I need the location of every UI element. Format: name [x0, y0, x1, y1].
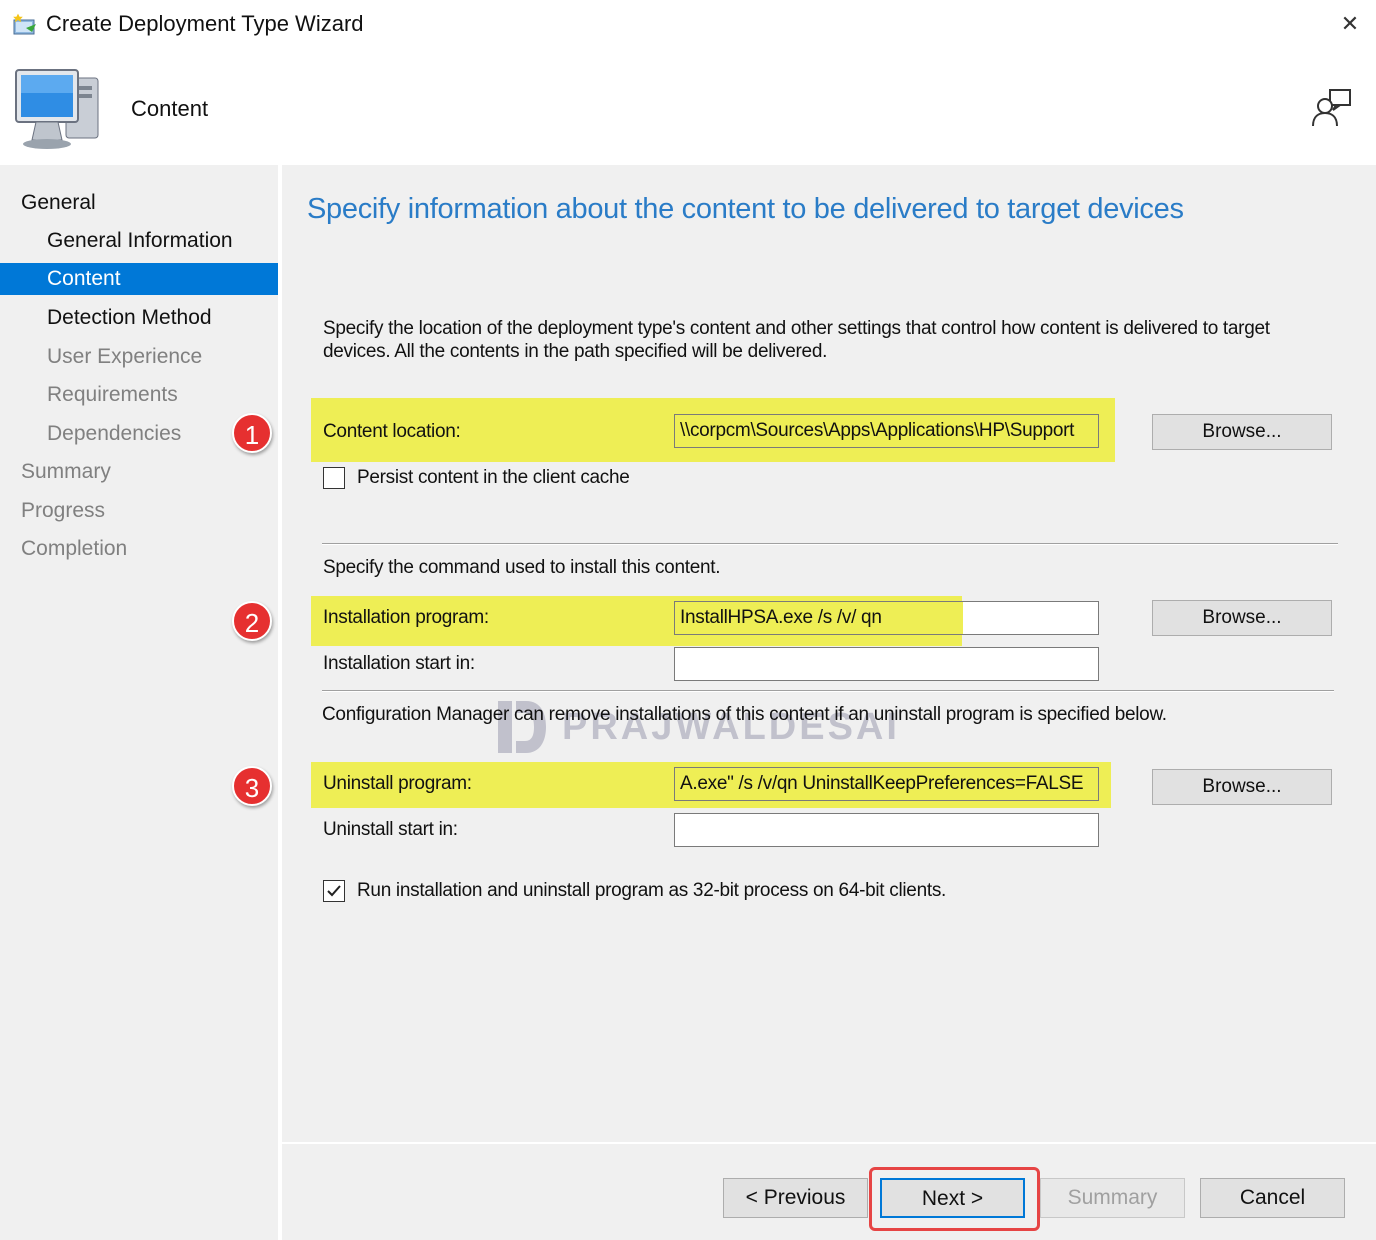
installation-start-in-input[interactable] [674, 647, 1099, 681]
persist-cache-checkbox[interactable] [323, 467, 345, 489]
installation-program-label: Installation program: [323, 607, 489, 628]
uninstall-text: Configuration Manager can remove install… [322, 704, 1167, 725]
close-icon: ✕ [1340, 11, 1360, 36]
user-help-icon[interactable] [1310, 86, 1354, 130]
page-heading: Specify information about the content to… [307, 193, 1184, 225]
nav-item-general-information[interactable]: General Information [0, 225, 278, 257]
content-location-browse-button[interactable]: Browse... [1152, 414, 1332, 450]
cancel-button[interactable]: Cancel [1200, 1178, 1345, 1218]
nav-item-content[interactable]: Content [0, 263, 278, 295]
run-32bit-checkbox[interactable] [323, 880, 345, 902]
nav-item-user-experience[interactable]: User Experience [0, 341, 278, 373]
uninstall-program-browse-button[interactable]: Browse... [1152, 769, 1332, 805]
installation-start-in-label: Installation start in: [323, 653, 475, 674]
wizard-header: Content [0, 50, 1376, 165]
uninstall-program-label: Uninstall program: [323, 773, 472, 794]
nav-item-completion[interactable]: Completion [0, 533, 278, 565]
installation-program-browse-button[interactable]: Browse... [1152, 600, 1332, 636]
uninstall-program-input[interactable]: A.exe" /s /v/qn UninstallKeepPreferences… [674, 767, 1099, 801]
nav-item-progress[interactable]: Progress [0, 495, 278, 527]
checkmark-icon [327, 885, 341, 897]
uninstall-start-in-input[interactable] [674, 813, 1099, 847]
content-description-line-1: Specify the location of the deployment t… [323, 318, 1270, 339]
installation-program-input[interactable]: InstallHPSA.exe /s /v/ qn [674, 601, 1099, 635]
persist-cache-label: Persist content in the client cache [357, 467, 630, 488]
window-title: Create Deployment Type Wizard [46, 11, 364, 36]
separator-1 [322, 543, 1338, 545]
summary-button: Summary [1040, 1178, 1185, 1218]
next-button[interactable]: Next > [880, 1178, 1025, 1218]
content-location-input[interactable]: \\corpcm\Sources\Apps\Applications\HP\Su… [674, 414, 1099, 448]
step-marker-1: 1 [232, 413, 272, 453]
step-marker-3: 3 [232, 766, 272, 806]
content-description-line-2: devices. All the contents in the path sp… [323, 341, 828, 362]
wizard-icon [13, 13, 36, 35]
uninstall-start-in-label: Uninstall start in: [323, 819, 458, 840]
title-bar: Create Deployment Type Wizard ✕ [0, 0, 1376, 50]
step-marker-2: 2 [232, 601, 272, 641]
nav-item-summary[interactable]: Summary [0, 456, 278, 488]
nav-item-detection-method[interactable]: Detection Method [0, 302, 278, 334]
header-title: Content [131, 96, 209, 121]
content-location-label: Content location: [323, 421, 461, 442]
install-command-text: Specify the command used to install this… [323, 557, 721, 578]
computer-icon [15, 69, 99, 149]
run-32bit-label: Run installation and uninstall program a… [357, 880, 946, 901]
nav-item-requirements[interactable]: Requirements [0, 379, 278, 411]
nav-item-general[interactable]: General [0, 187, 278, 219]
wizard-nav: General General Information Content Dete… [0, 165, 278, 1240]
previous-button[interactable]: < Previous [723, 1178, 868, 1218]
separator-2 [322, 690, 1334, 692]
close-button[interactable]: ✕ [1330, 4, 1370, 44]
